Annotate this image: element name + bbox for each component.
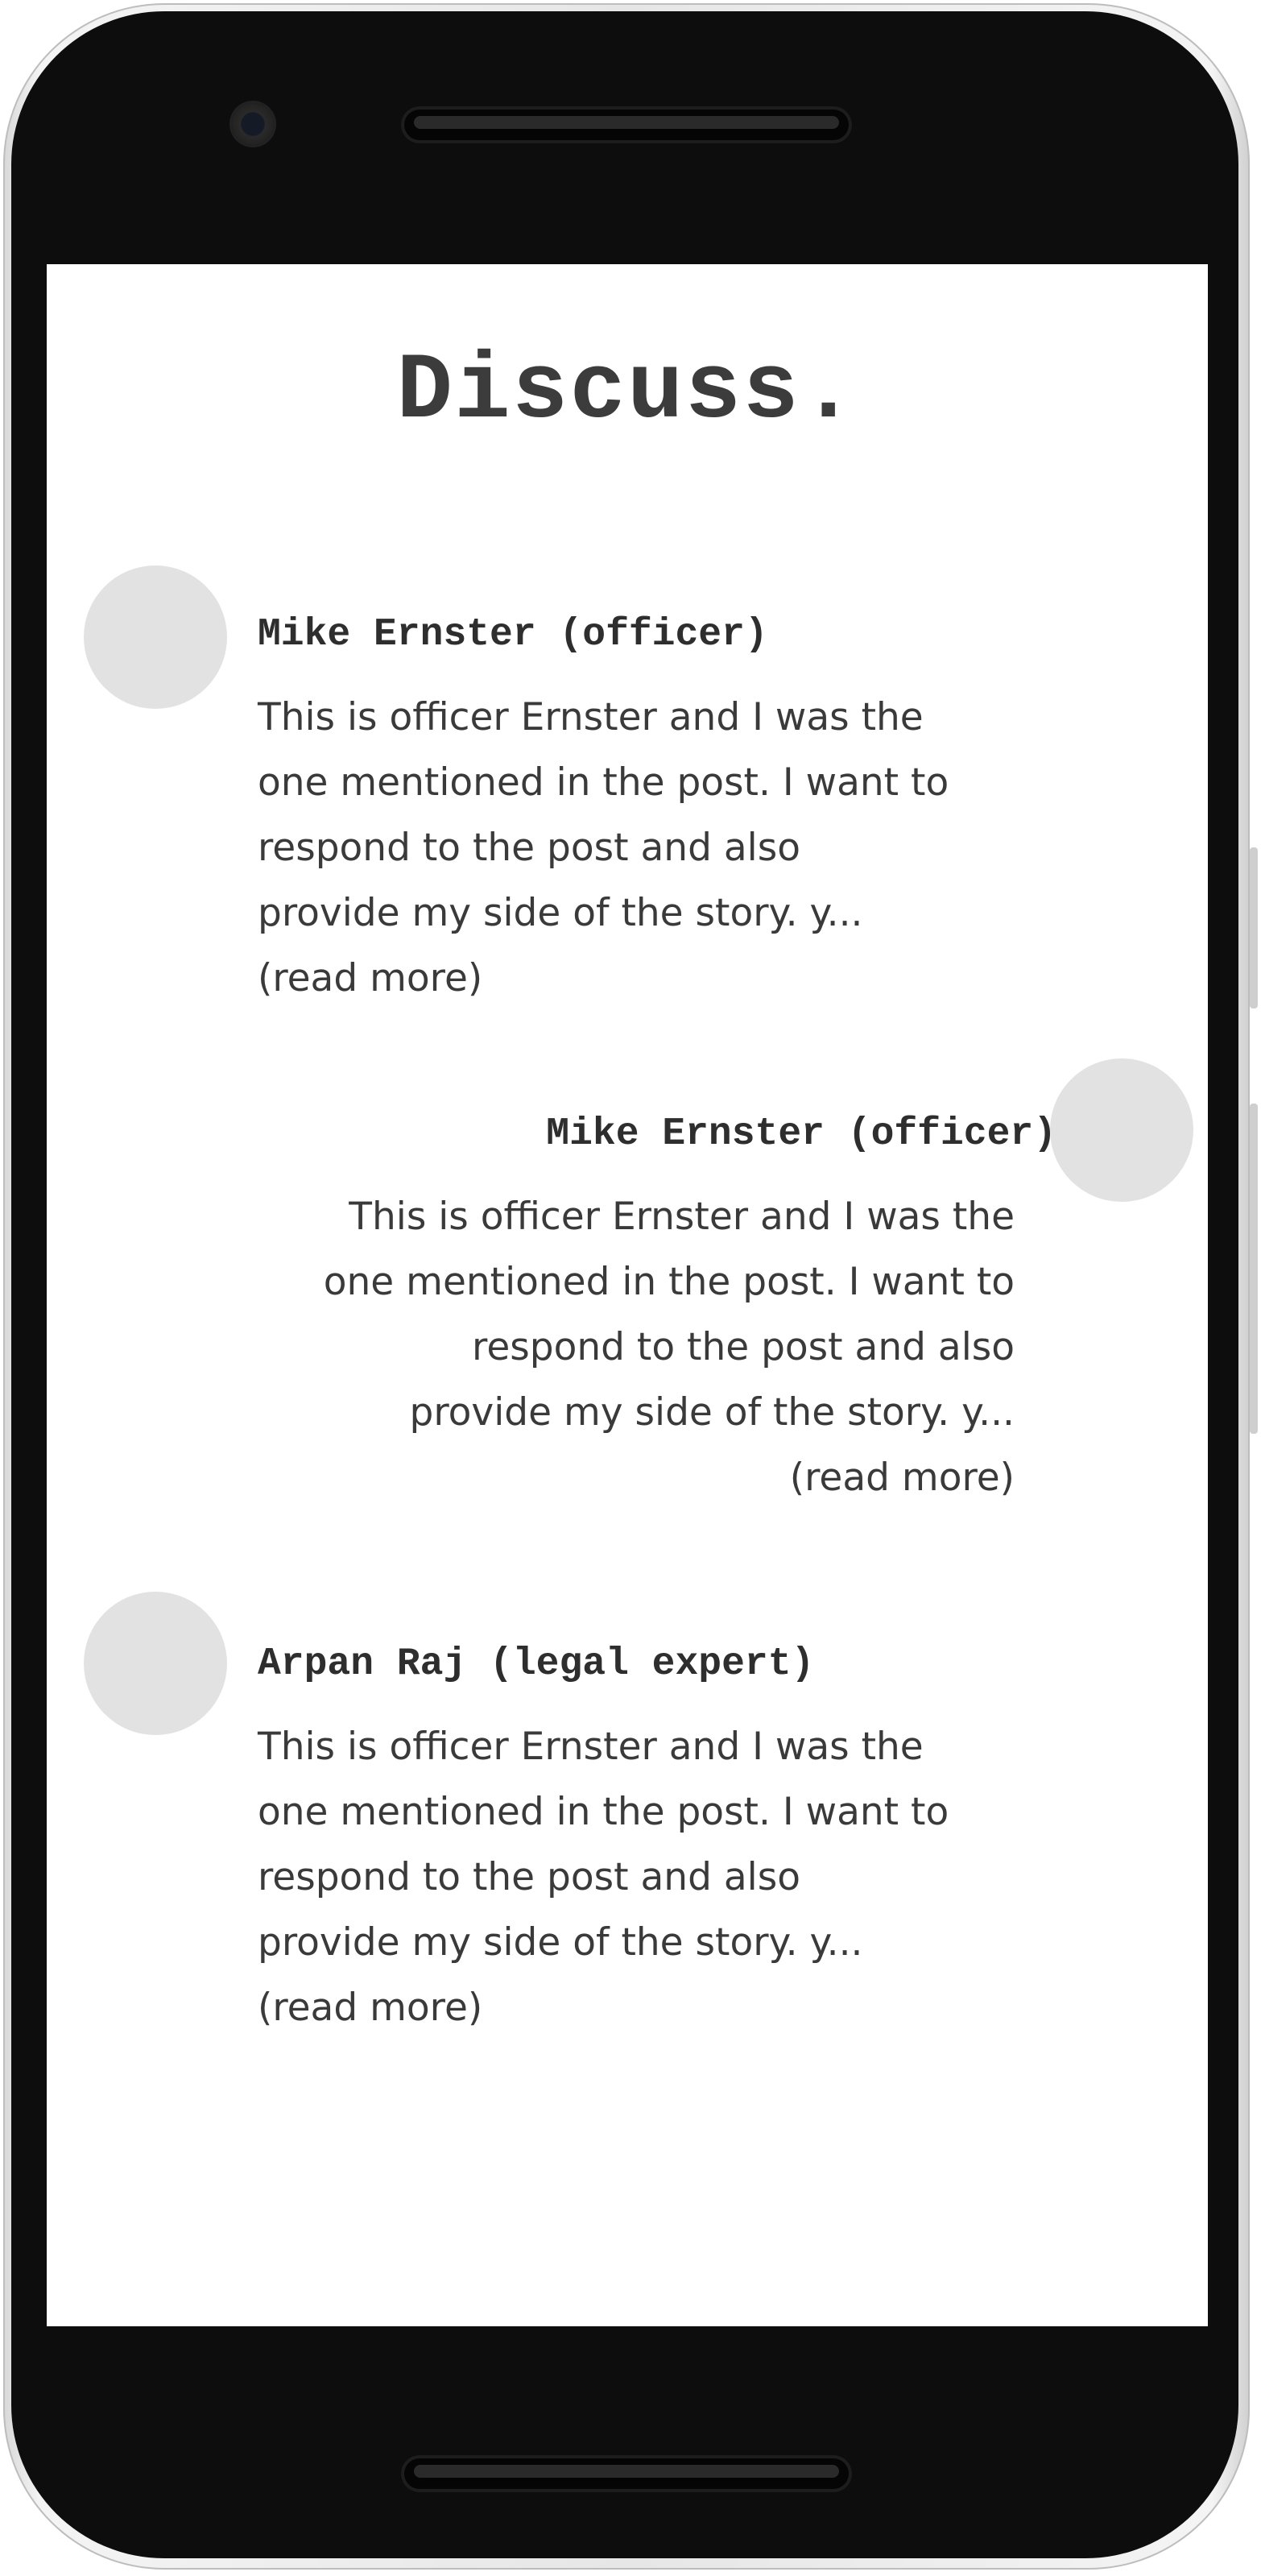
comment-line: one mentioned in the post. I want to (258, 760, 949, 805)
phone-frame: Discuss. Mike Ernster (officer) This is … (0, 0, 1261, 2576)
comment-line: one mentioned in the post. I want to (258, 1790, 949, 1834)
comment-author[interactable]: Mike Ernster (officer) (546, 1115, 1056, 1153)
power-button (1250, 1104, 1258, 1434)
comment-line: This is officer Ernster and I was the (258, 695, 924, 739)
page-title: Discuss. (396, 338, 858, 445)
bottom-speaker (401, 2455, 852, 2492)
front-camera (232, 103, 274, 145)
comment-body: This is officer Ernster and I was the on… (242, 1184, 1015, 1510)
comment-line: This is officer Ernster and I was the (258, 1725, 924, 1769)
app-screen: Discuss. Mike Ernster (officer) This is … (47, 264, 1208, 2326)
read-more-link[interactable]: (read more) (258, 946, 1031, 1011)
comment-line: one mentioned in the post. I want to (323, 1260, 1015, 1304)
comment-line: provide my side of the story. y... (258, 1920, 863, 1965)
comment-line: respond to the post and also (472, 1325, 1015, 1369)
avatar[interactable] (84, 1592, 227, 1735)
comment-line: This is officer Ernster and I was the (349, 1195, 1015, 1239)
comment-body: This is officer Ernster and I was the on… (258, 1714, 1031, 2040)
top-speaker (401, 106, 852, 143)
avatar[interactable] (84, 565, 227, 709)
comment-line: provide my side of the story. y... (258, 891, 863, 935)
comment-line: provide my side of the story. y... (409, 1390, 1015, 1435)
volume-button (1250, 847, 1258, 1008)
avatar[interactable] (1050, 1058, 1193, 1202)
comment-body: This is officer Ernster and I was the on… (258, 685, 1031, 1011)
read-more-link[interactable]: (read more) (242, 1445, 1015, 1510)
comment-author[interactable]: Arpan Raj (legal expert) (258, 1645, 814, 1684)
comment-line: respond to the post and also (258, 1855, 800, 1899)
comment-author[interactable]: Mike Ernster (officer) (258, 615, 768, 654)
read-more-link[interactable]: (read more) (258, 1975, 1031, 2040)
comment-line: respond to the post and also (258, 826, 800, 870)
